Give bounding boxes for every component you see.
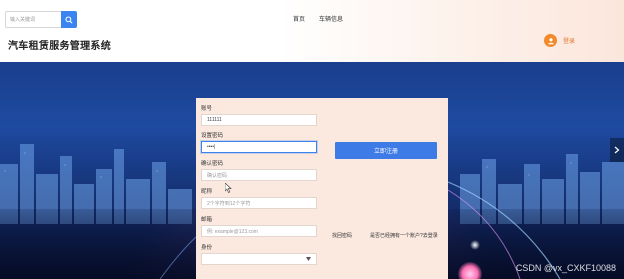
confirm-password-input[interactable]: 确认密码	[201, 169, 317, 181]
user-area: 登录	[544, 34, 575, 47]
confirm-password-label: 确认密码	[201, 161, 224, 167]
login-link[interactable]: 登录	[563, 36, 575, 45]
user-icon	[547, 37, 554, 44]
forgot-password-link[interactable]: 找回密码	[332, 232, 352, 239]
search-bar	[5, 11, 77, 28]
email-label: 邮箱	[201, 217, 213, 223]
email-input[interactable]: 例: example@123.com	[201, 225, 317, 237]
site-title: 汽车租赁服务管理系统	[8, 41, 111, 52]
nickname-input[interactable]: 2个字符到12个字符	[201, 197, 317, 209]
avatar[interactable]	[544, 34, 557, 47]
account-input[interactable]: 111111	[201, 114, 317, 126]
register-form: 账号 111111 设置密码 ••••| 确认密码 确认密码 昵称 2个字符到1…	[196, 98, 448, 279]
main-nav: 首页 车辆信息	[293, 14, 343, 23]
search-icon	[65, 15, 73, 24]
mouse-cursor-icon	[225, 183, 232, 193]
account-label: 账号	[201, 106, 213, 112]
search-button[interactable]	[61, 11, 77, 28]
search-input[interactable]	[5, 11, 61, 28]
go-login-link[interactable]: 是否已经拥有一个账户?去登录	[370, 232, 438, 239]
watermark: CSDN @vx_CXKF10088	[515, 263, 616, 273]
car-light	[458, 262, 482, 279]
nav-item-vehicles[interactable]: 车辆信息	[319, 14, 343, 23]
nickname-label: 昵称	[201, 189, 213, 195]
car-light	[470, 240, 480, 250]
nav-item-home[interactable]: 首页	[293, 14, 305, 23]
chevron-right-icon	[614, 146, 620, 154]
identity-select[interactable]	[201, 253, 317, 265]
identity-label: 身份	[201, 245, 213, 251]
password-label: 设置密码	[201, 133, 224, 139]
top-header: 首页 车辆信息 汽车租赁服务管理系统 登录	[0, 0, 624, 62]
caret-down-icon	[306, 257, 311, 261]
carousel-next-button[interactable]	[610, 138, 624, 162]
password-input[interactable]: ••••|	[201, 141, 317, 153]
register-button[interactable]: 立即注册	[335, 142, 437, 159]
